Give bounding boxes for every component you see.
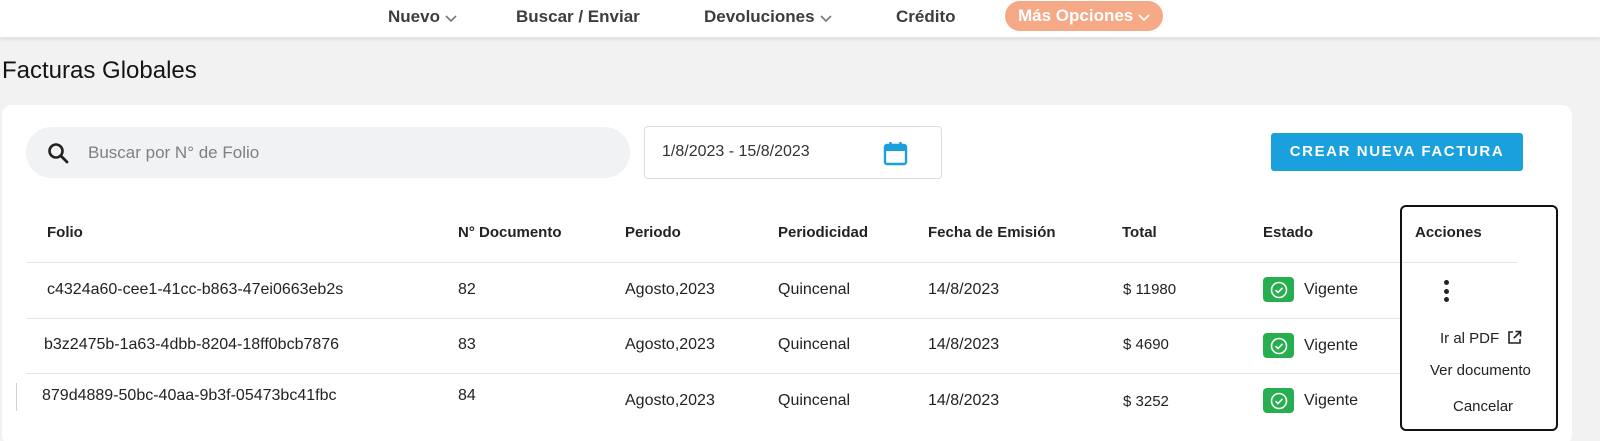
date-range-picker[interactable]: 1/8/2023 - 15/8/2023 [644,126,942,179]
nav-item-label: Crédito [896,7,956,26]
kebab-menu-icon[interactable] [1436,280,1456,302]
column-header-total: Total [1122,224,1157,241]
menu-item-ir-al-pdf[interactable]: Ir al PDF [1440,330,1522,347]
status-badge: Vigente [1263,333,1358,358]
column-header-estado: Estado [1263,224,1314,241]
column-header-acciones: Acciones [1415,224,1482,241]
nav-item-label: Devoluciones [704,7,815,26]
nav-item-devoluciones[interactable]: Devoluciones [704,5,832,29]
cell-documento: 83 [458,336,476,353]
status-label: Vigente [1304,336,1358,354]
cell-documento: 84 [458,387,476,404]
check-circle-icon [1263,388,1294,413]
check-circle-icon [1263,277,1294,302]
chevron-down-icon [1138,13,1150,21]
cell-fecha: 14/8/2023 [928,281,1000,298]
column-header-documento: N° Documento [458,224,562,241]
column-header-fecha-emision: Fecha de Emisión [928,224,1056,241]
status-badge: Vigente [1263,388,1358,413]
menu-item-label: Ir al PDF [1440,330,1500,347]
cell-periodo: Agosto,2023 [625,392,715,409]
menu-item-ver-documento[interactable]: Ver documento [1430,362,1531,379]
table-divider [26,262,1518,263]
cell-periodicidad: Quincenal [778,336,851,353]
create-invoice-button[interactable]: CREAR NUEVA FACTURA [1271,133,1523,171]
cell-folio: 879d4889-50bc-40aa-9b3f-05473bc41fbc [42,387,337,404]
search-bar [26,127,630,178]
top-navigation: Nuevo Buscar / Enviar Devoluciones Crédi… [0,0,1600,38]
status-label: Vigente [1304,391,1358,409]
cell-total: $ 11980 [1123,281,1177,298]
check-circle-icon [1263,333,1294,358]
cell-fecha: 14/8/2023 [928,336,1000,353]
nav-item-mas-opciones[interactable]: Más Opciones [1005,1,1164,31]
external-link-icon [1508,330,1522,344]
cell-folio: c4324a60-cee1-41cc-b863-47ei0663eb2s [47,281,344,298]
nav-item-buscar-enviar[interactable]: Buscar / Enviar [516,5,640,29]
nav-item-credito[interactable]: Crédito [896,5,956,29]
cell-folio: b3z2475b-1a63-4dbb-8204-18ff0bcb7876 [44,336,340,353]
search-input[interactable] [88,139,608,167]
chevron-down-icon [819,14,832,22]
cell-periodicidad: Quincenal [778,281,851,298]
nav-item-label: Nuevo [388,7,440,26]
cell-documento: 82 [458,281,476,298]
menu-item-cancelar[interactable]: Cancelar [1453,398,1513,415]
cell-total: $ 3252 [1123,393,1169,410]
cell-periodicidad: Quincenal [778,392,851,409]
chevron-down-icon [445,14,457,22]
cell-total: $ 4690 [1123,336,1169,353]
page-title: Facturas Globales [2,57,197,84]
calendar-icon[interactable] [882,140,909,167]
column-header-periodo: Periodo [625,224,681,241]
date-range-value: 1/8/2023 - 15/8/2023 [662,143,810,160]
cell-periodo: Agosto,2023 [625,336,715,353]
cell-fecha: 14/8/2023 [928,392,1000,409]
column-header-periodicidad: Periodicidad [778,224,869,241]
table-divider [26,373,1400,374]
column-header-folio: Folio [47,224,83,241]
nav-item-label: Más Opciones [1018,6,1134,25]
status-label: Vigente [1304,280,1358,298]
nav-item-label: Buscar / Enviar [516,7,640,26]
nav-item-nuevo[interactable]: Nuevo [388,5,457,29]
divider [16,383,17,411]
table-divider [26,318,1400,319]
cell-periodo: Agosto,2023 [625,281,715,298]
status-badge: Vigente [1263,277,1358,302]
search-icon [48,143,69,164]
